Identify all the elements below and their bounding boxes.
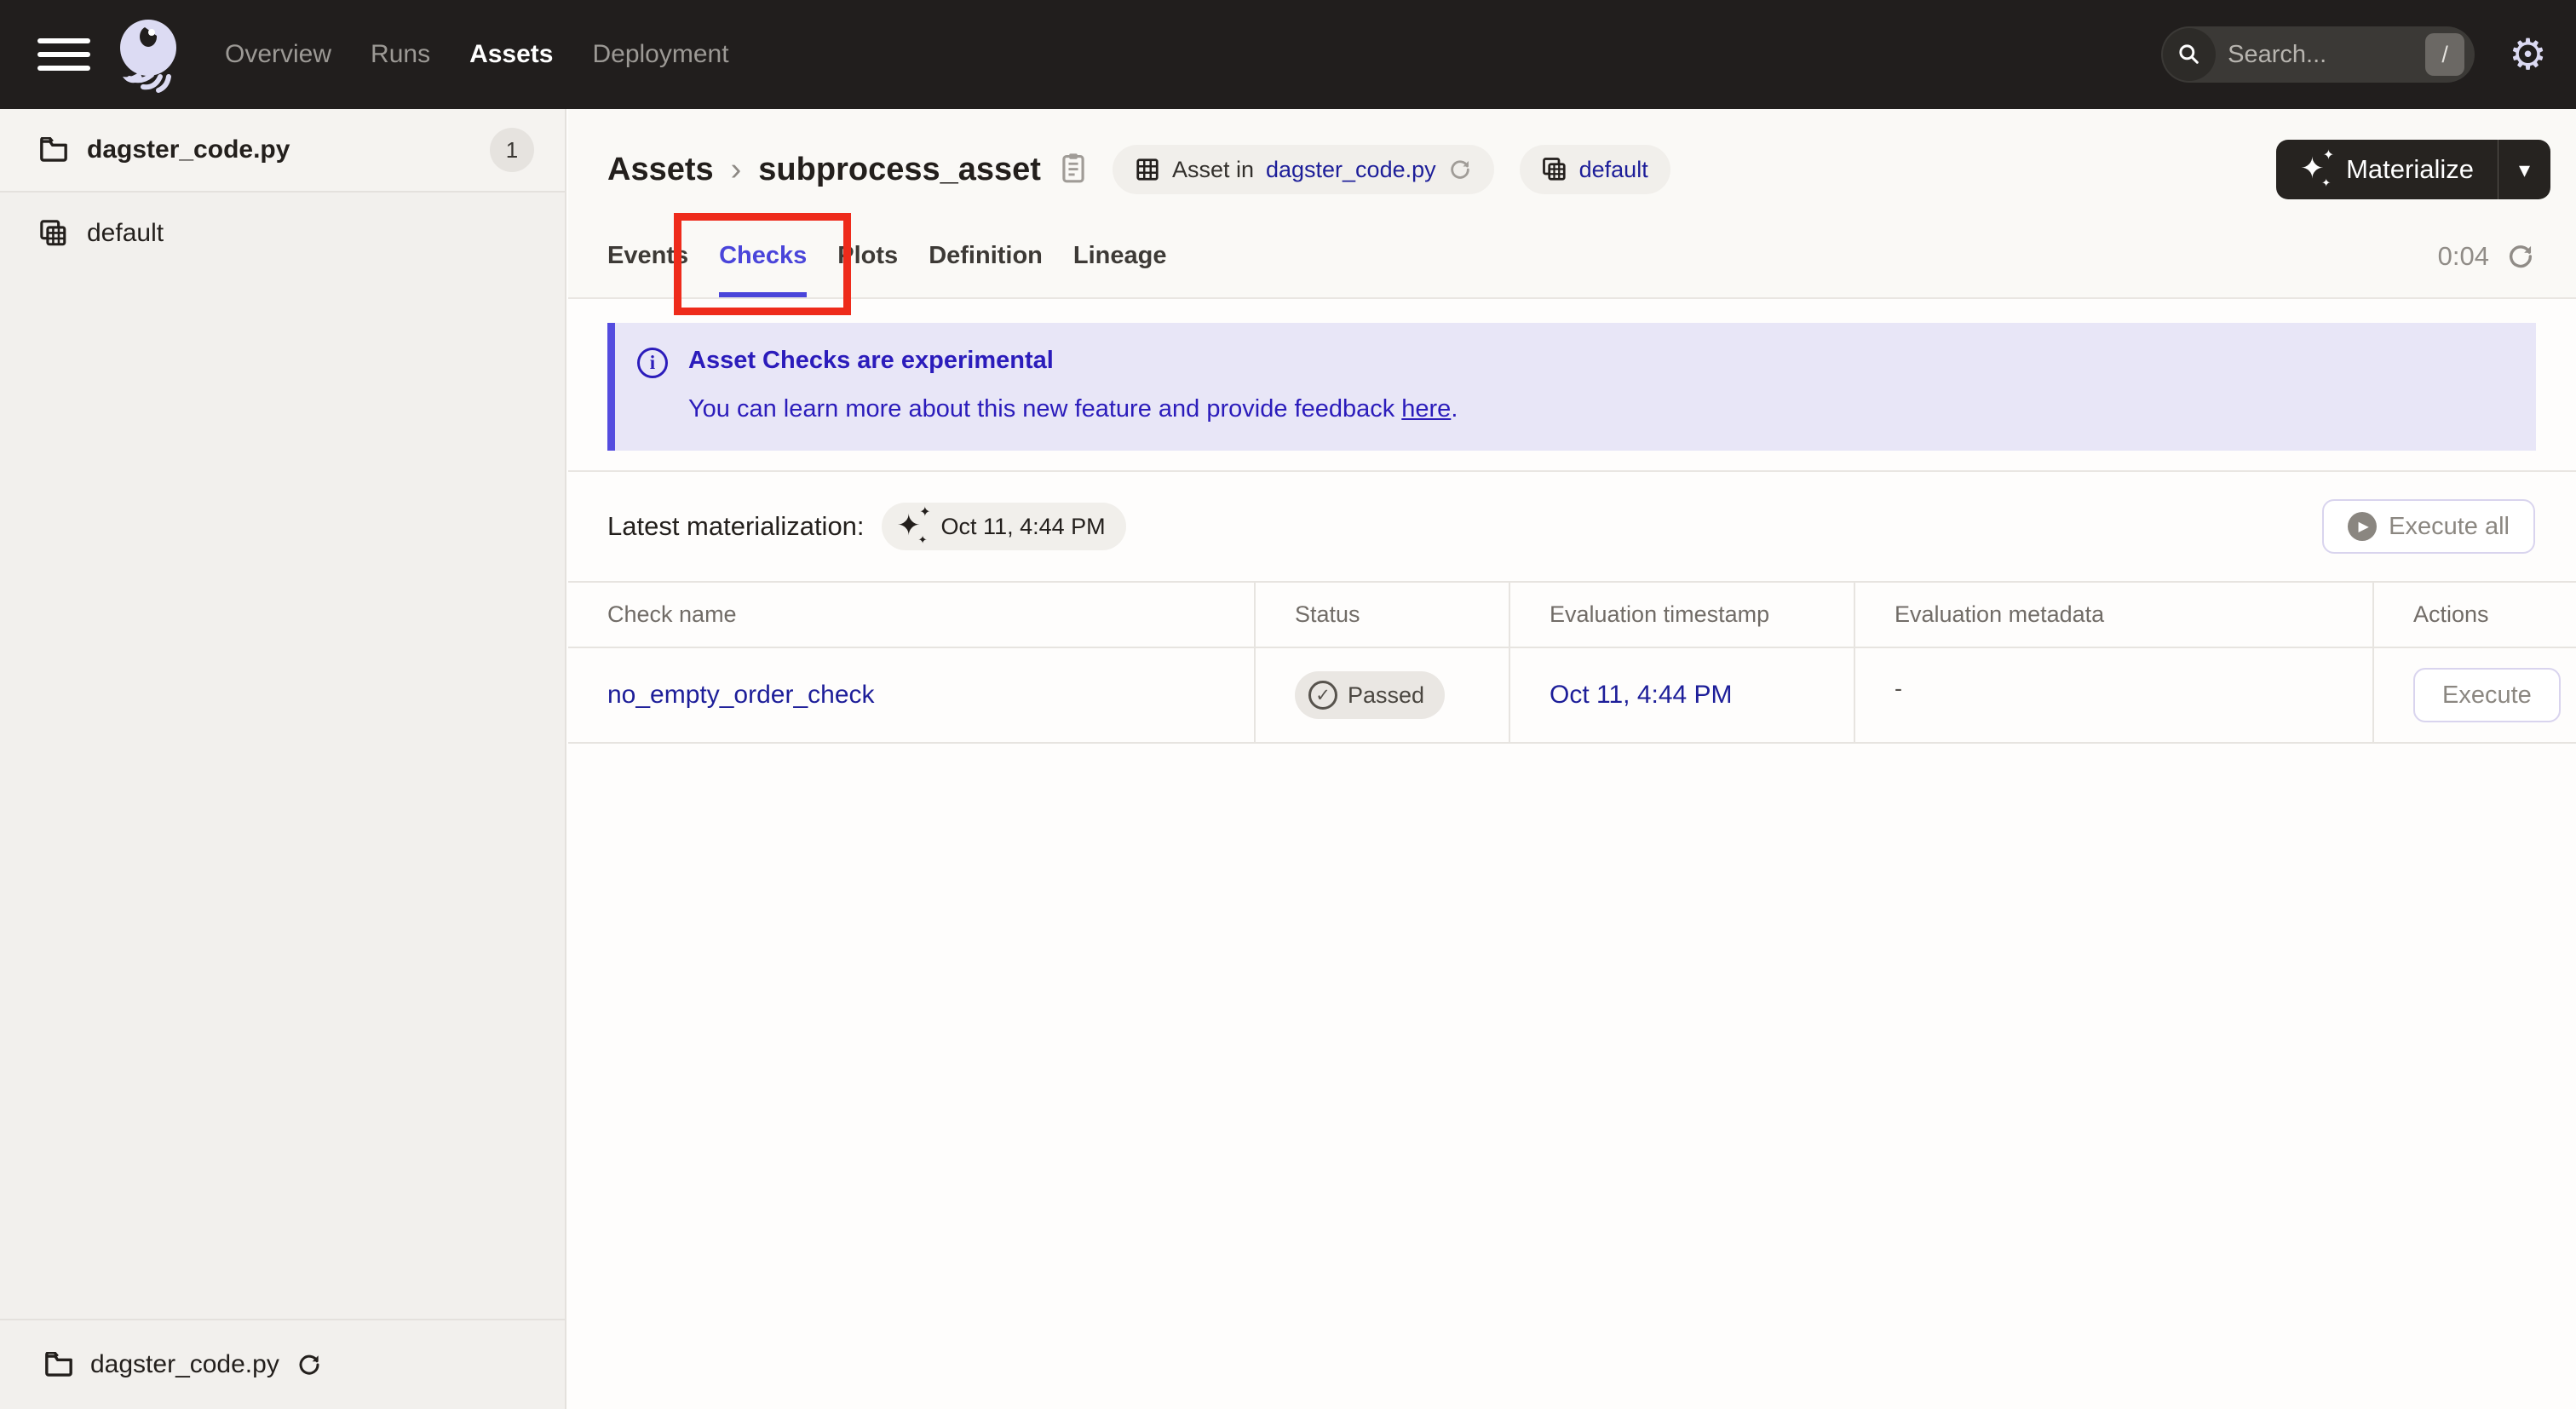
execute-button[interactable]: Execute [2413, 668, 2561, 722]
column-header-status: Status [1256, 583, 1510, 647]
status-badge: ✓ Passed [1295, 671, 1446, 719]
tab-checks[interactable]: Checks [719, 242, 808, 297]
settings-gear-icon[interactable]: ⚙ [2509, 33, 2547, 76]
materialize-label: Materialize [2346, 154, 2474, 184]
asset-groups-sidebar: dagster_code.py 1 default dagster_code.p… [0, 109, 566, 1409]
latest-materialization-chip[interactable]: ✦ ✦ ✦ Oct 11, 4:44 PM [881, 503, 1126, 550]
banner-title: Asset Checks are experimental [688, 347, 1054, 374]
info-icon: i [637, 348, 668, 378]
nav-runs[interactable]: Runs [371, 40, 430, 69]
play-circle-icon: ▶ [2348, 512, 2378, 541]
tab-lineage[interactable]: Lineage [1073, 242, 1167, 297]
nav-deployment[interactable]: Deployment [592, 40, 728, 69]
column-header-check-name: Check name [568, 583, 1256, 647]
asset-checks-table: Check name Status Evaluation timestamp E… [568, 581, 2576, 744]
asset-detail-main: Assets › subprocess_asset Asset in dagst… [568, 109, 2576, 1409]
sidebar-item-dagster-code[interactable]: dagster_code.py 1 [0, 109, 565, 193]
code-location-label: dagster_code.py [90, 1350, 279, 1378]
evaluation-timestamp-link[interactable]: Oct 11, 4:44 PM [1550, 681, 1733, 710]
nav-overview[interactable]: Overview [225, 40, 331, 69]
column-header-actions: Actions [2413, 601, 2489, 627]
feedback-here-link[interactable]: here [1401, 395, 1451, 423]
check-name-link[interactable]: no_empty_order_check [607, 681, 875, 710]
search-input[interactable] [2216, 40, 2426, 69]
tab-events[interactable]: Events [607, 242, 688, 297]
sidebar-item-label: default [87, 219, 164, 247]
search-icon [2163, 28, 2217, 81]
table-header-row: Check name Status Evaluation timestamp E… [568, 583, 2576, 648]
breadcrumb: Assets › subprocess_asset Asset in dagst… [607, 133, 2550, 206]
experimental-banner: i Asset Checks are experimental You can … [607, 323, 2536, 451]
materialize-dropdown-caret[interactable]: ▾ [2498, 140, 2550, 199]
asset-group-chip[interactable]: default [1519, 145, 1670, 194]
group-link[interactable]: default [1579, 157, 1648, 183]
search-shortcut-key: / [2425, 33, 2465, 76]
folder-icon [45, 1352, 72, 1377]
asset-group-icon [1542, 158, 1566, 181]
caret-down-icon: ▾ [2518, 156, 2531, 182]
primary-nav: Overview Runs Assets Deployment [225, 40, 729, 69]
nav-assets[interactable]: Assets [469, 40, 553, 69]
asset-count-badge: 1 [490, 128, 534, 172]
code-location-link[interactable]: dagster_code.py [1266, 157, 1436, 183]
refresh-icon[interactable] [1448, 158, 1472, 181]
asset-group-icon [40, 220, 66, 246]
sparkles-icon: ✦ ✦ ✦ [2300, 148, 2335, 189]
evaluation-metadata-value: - [1895, 676, 1902, 701]
hamburger-menu-icon[interactable] [37, 38, 90, 71]
table-row: no_empty_order_check ✓ Passed Oct 11, 4:… [568, 648, 2576, 744]
copy-clipboard-icon[interactable] [1060, 152, 1087, 188]
asset-definition-chip[interactable]: Asset in dagster_code.py [1112, 145, 1494, 194]
tab-plots[interactable]: Plots [837, 242, 898, 297]
refresh-icon[interactable] [2506, 242, 2535, 271]
chevron-right-icon: › [730, 151, 742, 187]
column-header-evaluation-metadata: Evaluation metadata [1855, 583, 2374, 647]
materialize-button[interactable]: ✦ ✦ ✦ Materialize ▾ [2276, 140, 2550, 199]
asset-in-label: Asset in [1171, 156, 1254, 182]
latest-materialization-row: Latest materialization: ✦ ✦ ✦ Oct 11, 4:… [568, 472, 2576, 581]
topbar-right-cluster: / ⚙ [2161, 26, 2547, 83]
asset-header: Assets › subprocess_asset Asset in dagst… [568, 109, 2576, 299]
breadcrumb-assets-link[interactable]: Assets [607, 152, 714, 188]
sidebar-item-default-group[interactable]: default [0, 193, 565, 274]
folder-icon [40, 137, 67, 162]
refresh-timer: 0:04 [2437, 241, 2489, 271]
asset-tabs: Events Checks Plots Definition Lineage 0… [607, 241, 2550, 297]
sidebar-item-label: dagster_code.py [87, 135, 290, 164]
tab-definition[interactable]: Definition [929, 242, 1043, 297]
global-search[interactable]: / [2161, 26, 2475, 83]
asset-icon [1136, 158, 1159, 181]
column-header-evaluation-timestamp: Evaluation timestamp [1510, 583, 1855, 647]
top-navigation-bar: Overview Runs Assets Deployment / ⚙ [0, 0, 2576, 109]
sidebar-footer-code-location: dagster_code.py [0, 1319, 565, 1409]
latest-materialization-label: Latest materialization: [607, 511, 865, 541]
execute-all-button[interactable]: ▶ Execute all [2322, 499, 2535, 554]
sparkles-icon: ✦ ✦ ✦ [896, 505, 931, 546]
reload-icon[interactable] [296, 1352, 322, 1377]
page-title: subprocess_asset [758, 151, 1041, 187]
check-circle-icon: ✓ [1308, 681, 1337, 710]
experimental-banner-section: i Asset Checks are experimental You can … [568, 299, 2576, 472]
dagster-logo-icon[interactable] [114, 15, 186, 94]
banner-body: You can learn more about this new featur… [688, 395, 1458, 423]
latest-materialization-timestamp: Oct 11, 4:44 PM [940, 513, 1106, 539]
